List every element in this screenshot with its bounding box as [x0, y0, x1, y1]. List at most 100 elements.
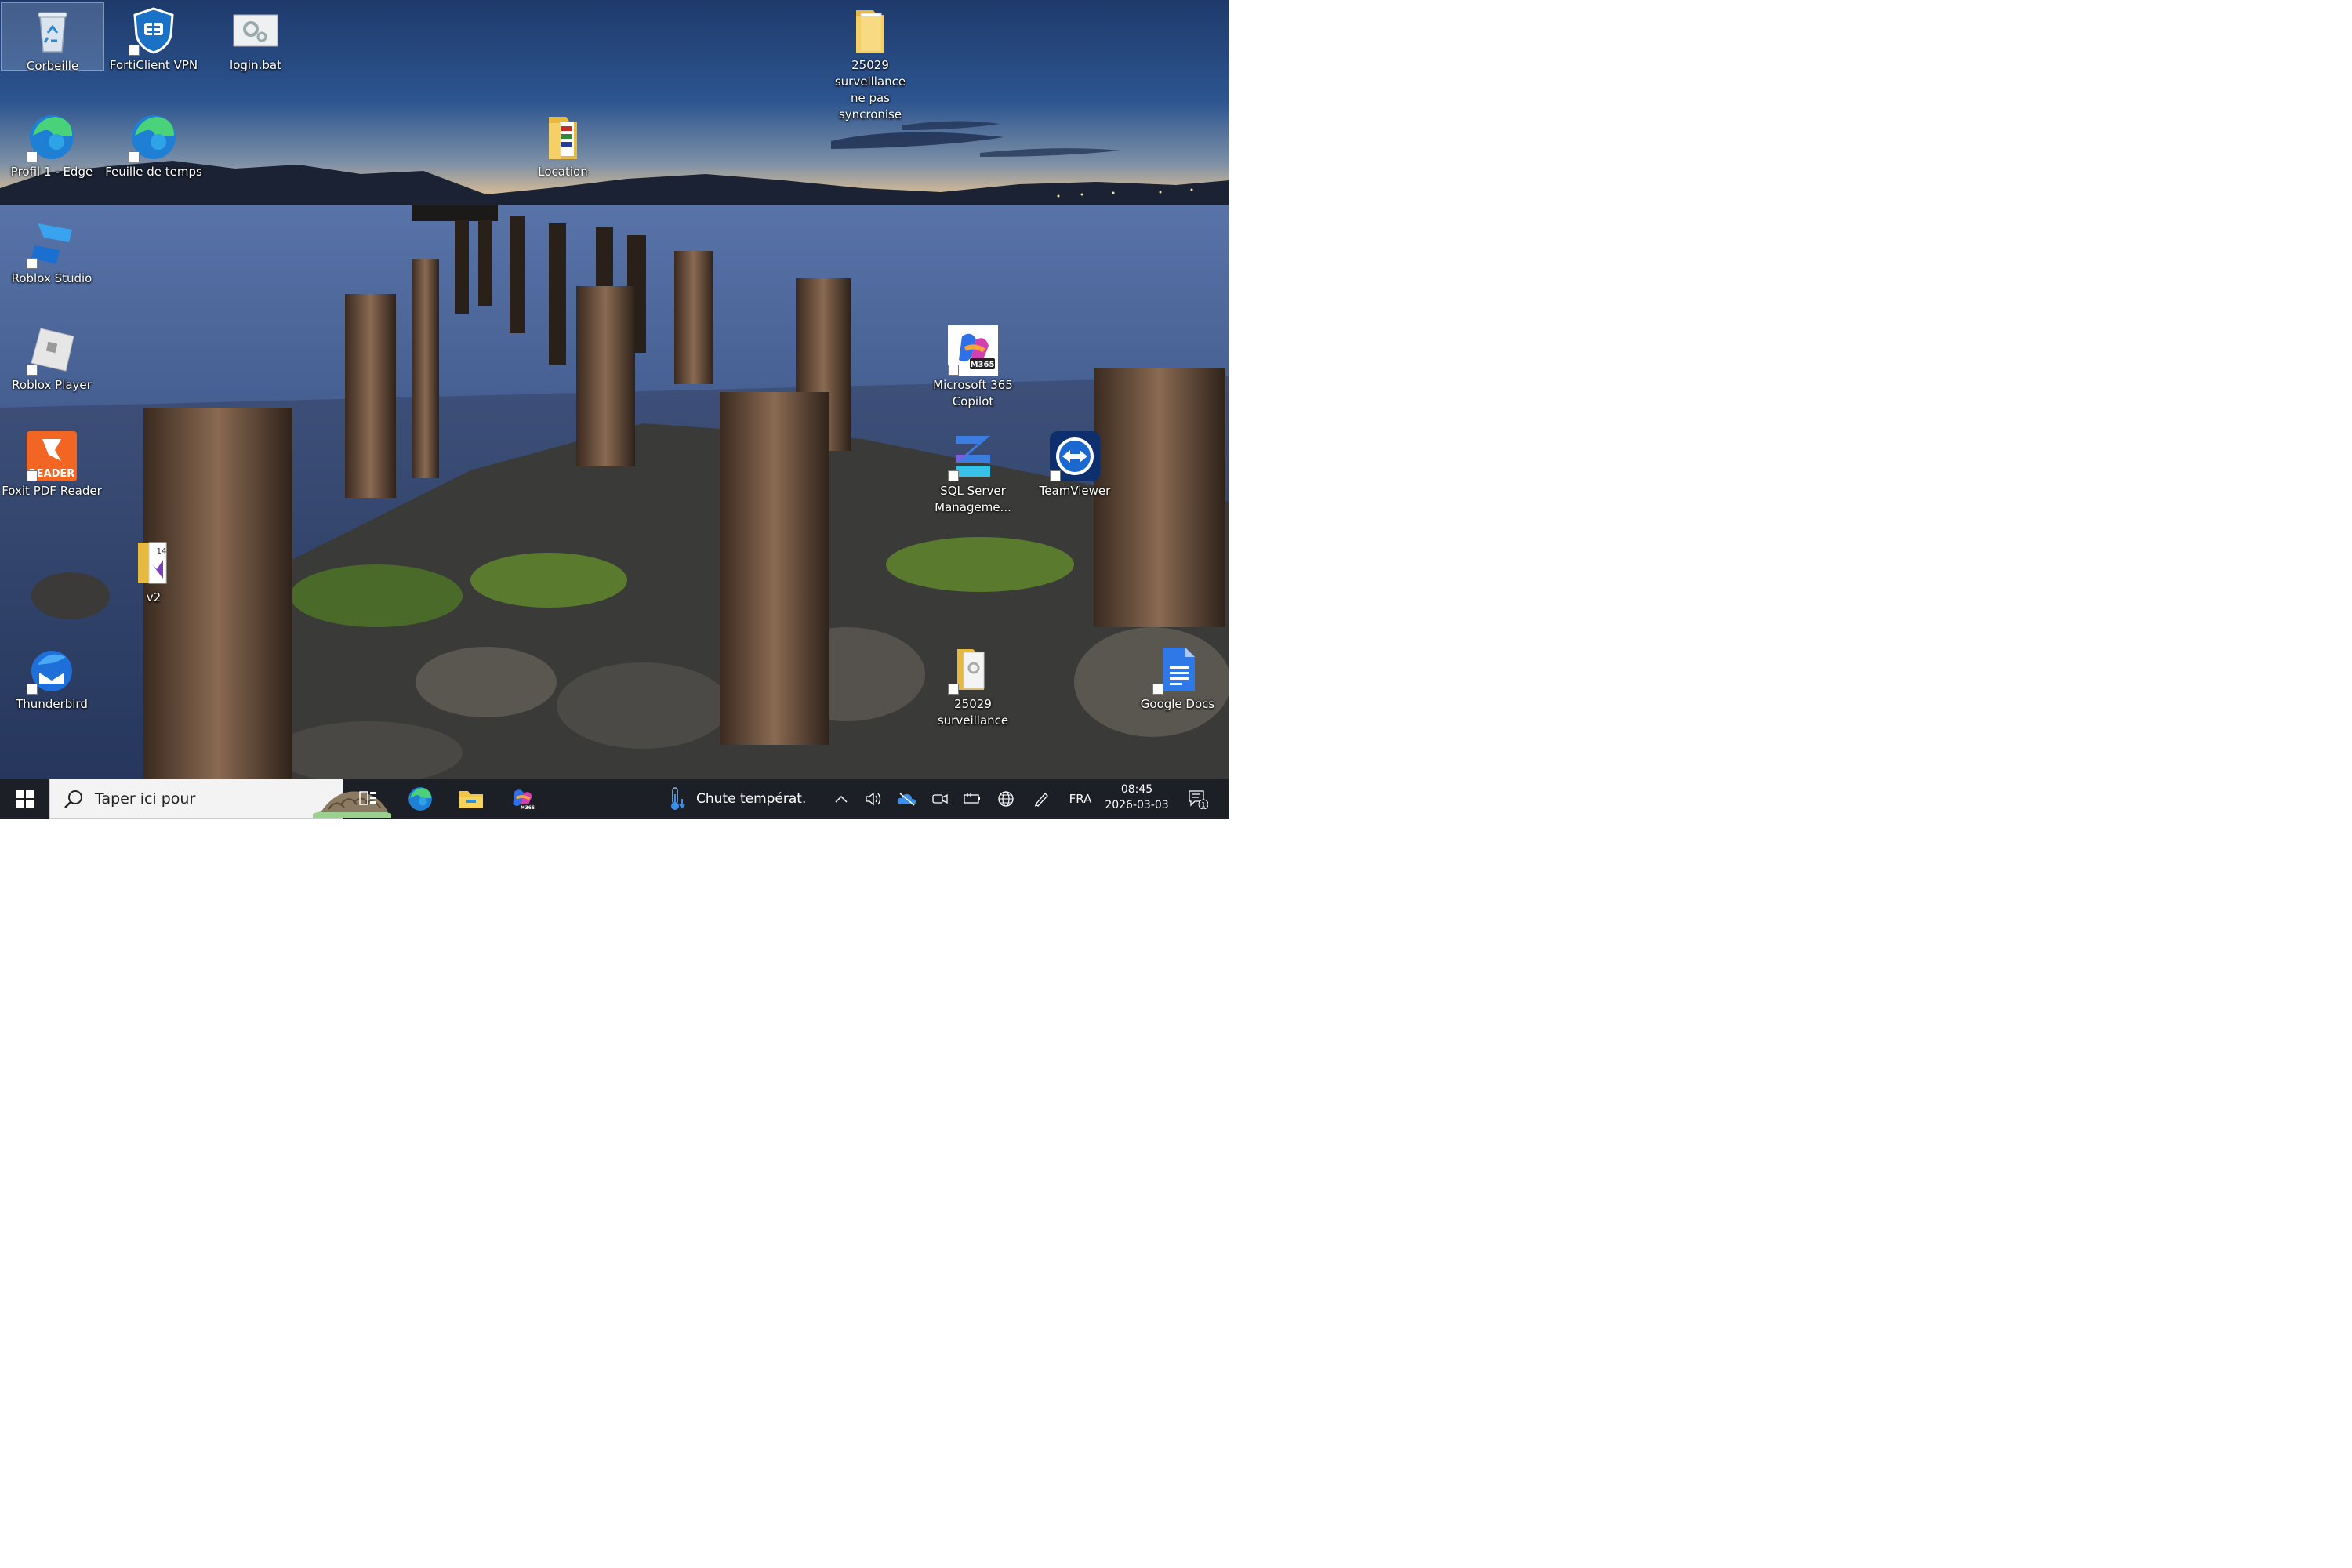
- shortcut-arrow-icon: [1152, 684, 1163, 695]
- desktop-icon-label: TeamViewer: [1039, 484, 1111, 498]
- batch-file-gears-icon: [230, 5, 281, 56]
- shortcut-arrow-icon: [27, 151, 38, 162]
- volume-button[interactable]: [861, 779, 887, 819]
- desktop-icon-thunderbird[interactable]: Thunderbird: [1, 641, 103, 713]
- shortcut-arrow-icon: [129, 45, 140, 56]
- desktop-icon-label: Corbeille: [26, 59, 79, 73]
- desktop-icon-folder-location[interactable]: Location: [512, 109, 614, 180]
- thermometer-down-icon: [671, 787, 685, 810]
- desktop-icon-foxit-pdf-reader[interactable]: READER Foxit PDF Reader: [1, 428, 103, 499]
- camera-icon: [932, 793, 948, 804]
- roblox-player-icon: [27, 325, 77, 376]
- desktop-icon-roblox-player[interactable]: Roblox Player: [1, 322, 103, 394]
- shortcut-arrow-icon: [27, 365, 38, 376]
- shortcut-arrow-icon: [948, 365, 959, 376]
- notification-count: 1: [1201, 802, 1206, 810]
- desktop-icon-forticlient-vpn[interactable]: FortiClient VPN: [103, 2, 205, 74]
- battery-button[interactable]: [958, 779, 986, 819]
- shortcut-arrow-icon: [27, 258, 38, 269]
- desktop-icon-label: 25029 surveillance ne pas syncronise: [834, 58, 906, 122]
- desktop-icon-label: Roblox Player: [12, 378, 92, 392]
- shortcut-arrow-icon: [27, 470, 38, 481]
- show-hidden-icons-button[interactable]: [829, 779, 853, 819]
- roblox-studio-icon: [27, 219, 77, 269]
- desktop-icon-corbeille[interactable]: Corbeille: [1, 2, 104, 73]
- shortcut-arrow-icon: [948, 684, 959, 695]
- desktop-icon-label: 25029 surveillance: [937, 697, 1009, 728]
- shortcut-arrow-icon: [1050, 470, 1061, 481]
- desktop-icon-folder-v2[interactable]: 14 v2: [103, 535, 205, 606]
- desktop-icon-microsoft-365-copilot[interactable]: M365 Microsoft 365 Copilot: [922, 322, 1024, 410]
- taskbar-m365-copilot-button[interactable]: M365: [502, 779, 543, 819]
- desktop-icon-label: Foxit PDF Reader: [2, 484, 102, 498]
- search-box[interactable]: Taper ici pour: [49, 779, 391, 819]
- edge-icon: [27, 112, 77, 162]
- battery-charging-icon: [964, 793, 980, 804]
- network-button[interactable]: [992, 779, 1020, 819]
- task-view-icon: [359, 791, 376, 805]
- task-view-button[interactable]: [348, 779, 389, 819]
- desktop-icon-label: SQL Server Manageme...: [935, 484, 1011, 514]
- windows-logo-icon: [16, 790, 34, 808]
- desktop-icon-label: Google Docs: [1140, 697, 1215, 711]
- desktop-icon-roblox-studio[interactable]: Roblox Studio: [1, 216, 103, 287]
- desktop-icon-sql-server-management[interactable]: SQL Server Manageme...: [922, 428, 1024, 516]
- desktop-icon-label: Microsoft 365 Copilot: [933, 378, 1013, 408]
- show-desktop-button[interactable]: [1225, 779, 1230, 819]
- m365-badge: M365: [971, 361, 995, 369]
- desktop-icon-profil-1-edge[interactable]: Profil 1 - Edge: [1, 109, 103, 180]
- folder-icon: [538, 112, 588, 162]
- file-explorer-folder-icon: [459, 791, 483, 808]
- desktop-icon-label: Roblox Studio: [11, 271, 93, 285]
- notification-center-button[interactable]: 1: [1182, 779, 1214, 819]
- ssms-icon: [948, 431, 998, 481]
- globe-network-icon: [998, 791, 1014, 807]
- chevron-up-icon: [835, 795, 848, 803]
- desktop-icon-label: v2: [146, 590, 162, 604]
- desktop-icon-feuille-de-temps[interactable]: Feuille de temps: [103, 109, 205, 180]
- desktop-icon-teamviewer[interactable]: TeamViewer: [1024, 428, 1126, 499]
- pen-icon: [1034, 793, 1048, 807]
- desktop-icon-login-bat[interactable]: login.bat: [205, 2, 307, 74]
- desktop[interactable]: Corbeille FortiClient VPN login.bat 2502…: [0, 0, 1229, 779]
- foxit-reader-icon: READER: [27, 431, 77, 481]
- taskbar-file-explorer-button[interactable]: [451, 779, 492, 819]
- taskbar-edge-button[interactable]: [400, 779, 441, 819]
- clock-date: 2026-03-03: [1105, 799, 1169, 811]
- pen-workspace-button[interactable]: [1027, 779, 1055, 819]
- forticlient-shield-icon: [129, 5, 179, 56]
- taskbar: Taper ici pour M365 Chute températ. FRA …: [0, 779, 1229, 819]
- onedrive-cloud-offline-icon: [897, 793, 916, 806]
- teamviewer-icon: [1050, 431, 1100, 481]
- desktop-icon-google-docs[interactable]: Google Docs: [1127, 641, 1229, 713]
- desktop-icon-label: login.bat: [230, 58, 281, 72]
- edge-icon: [408, 787, 432, 811]
- onedrive-button[interactable]: [894, 779, 920, 819]
- desktop-icon-folder-25029-ne-pas-syncronise[interactable]: 25029 surveillance ne pas syncronise: [819, 2, 921, 123]
- start-button[interactable]: [0, 779, 49, 819]
- notification-icon: 1: [1189, 790, 1208, 810]
- shortcut-arrow-icon: [129, 151, 140, 162]
- desktop-icon-label: Profil 1 - Edge: [10, 165, 93, 179]
- input-language-button[interactable]: FRA: [1063, 779, 1098, 819]
- weather-widget[interactable]: Chute températ.: [666, 779, 815, 819]
- folder-icon: [845, 5, 895, 56]
- desktop-icon-25029-surveillance[interactable]: 25029 surveillance: [922, 641, 1024, 729]
- folder-shortcut-icon: [948, 644, 998, 695]
- search-placeholder: Taper ici pour: [95, 790, 196, 808]
- v2-badge: 14: [157, 547, 167, 556]
- speaker-icon: [866, 792, 881, 806]
- desktop-icon-label: Location: [538, 165, 588, 179]
- thunderbird-icon: [27, 644, 77, 695]
- google-docs-icon: [1152, 644, 1203, 695]
- clock[interactable]: 08:45 2026-03-03: [1102, 779, 1172, 819]
- clock-time: 08:45: [1120, 783, 1153, 796]
- m365-copilot-icon: M365: [513, 789, 535, 811]
- shortcut-arrow-icon: [948, 470, 959, 481]
- meet-now-button[interactable]: [927, 779, 953, 819]
- edge-icon: [129, 112, 179, 162]
- desktop-icon-label: Thunderbird: [16, 697, 88, 711]
- m365-taskbar-badge: M365: [521, 806, 535, 811]
- recycle-bin-icon: [27, 6, 78, 56]
- weather-text: Chute températ.: [696, 791, 807, 807]
